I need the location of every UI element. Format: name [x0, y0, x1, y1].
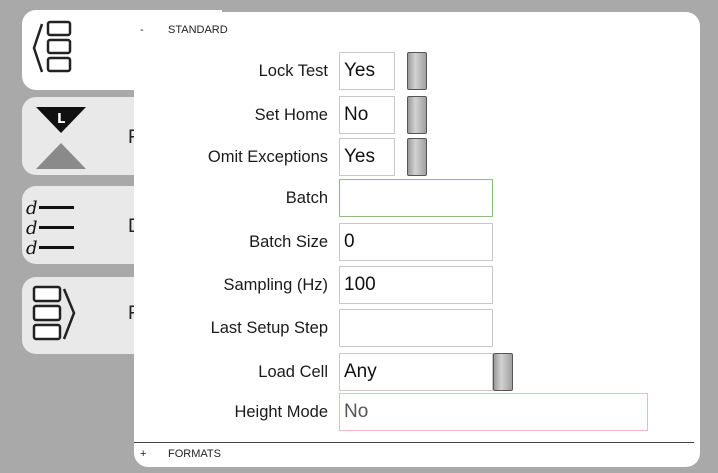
field-label: Lock Test: [258, 62, 328, 80]
field-row-batch: Batch: [134, 179, 700, 217]
field-row-set-home: Set Home No: [134, 96, 700, 134]
sampling-input[interactable]: 100: [339, 266, 493, 304]
section-title-formats: FORMATS: [168, 448, 221, 460]
set-home-toggle-button[interactable]: [407, 96, 427, 134]
list-d-icon: d d d: [26, 198, 74, 259]
omit-exceptions-value[interactable]: Yes: [339, 138, 395, 176]
settings-panel: - STANDARD Lock Test Yes Set Home No Omi…: [134, 12, 700, 467]
field-row-last-setup-step: Last Setup Step: [134, 309, 700, 347]
field-label: Sampling (Hz): [223, 276, 328, 294]
field-label: Height Mode: [234, 403, 328, 421]
field-row-batch-size: Batch Size 0: [134, 223, 700, 261]
field-label: Batch: [285, 189, 328, 207]
svg-text:d: d: [26, 238, 38, 259]
sections-collapse-icon: [32, 20, 72, 73]
svg-text:L: L: [57, 112, 65, 127]
section-divider: [134, 442, 694, 443]
field-row-lock-test: Lock Test Yes: [134, 52, 700, 90]
load-cell-dropdown-button[interactable]: [493, 353, 513, 391]
field-row-height-mode: Height Mode No: [134, 393, 700, 431]
lock-test-toggle-button[interactable]: [407, 52, 427, 90]
lock-test-value[interactable]: Yes: [339, 52, 395, 90]
load-cell-value[interactable]: Any: [339, 353, 493, 391]
batch-input[interactable]: [339, 179, 493, 217]
field-row-load-cell: Load Cell Any: [134, 353, 700, 391]
sections-expand-icon: [32, 285, 76, 341]
collapse-toggle[interactable]: -: [140, 24, 150, 36]
field-row-sampling: Sampling (Hz) 100: [134, 266, 700, 304]
last-setup-step-input[interactable]: [339, 309, 493, 347]
field-label: Omit Exceptions: [207, 148, 328, 166]
batch-size-input[interactable]: 0: [339, 223, 493, 261]
field-label: Load Cell: [258, 363, 328, 381]
section-title-standard: STANDARD: [168, 24, 228, 36]
omit-exceptions-toggle-button[interactable]: [407, 138, 427, 176]
field-row-omit-exceptions: Omit Exceptions Yes: [134, 138, 700, 176]
field-label: Last Setup Step: [210, 319, 328, 337]
hourglass-l-icon: L: [36, 107, 86, 169]
svg-text:d: d: [26, 218, 38, 239]
svg-text:d: d: [26, 198, 38, 219]
height-mode-value: No: [339, 393, 648, 431]
field-label: Batch Size: [249, 233, 328, 251]
field-label: Set Home: [254, 106, 328, 124]
set-home-value[interactable]: No: [339, 96, 395, 134]
expand-toggle[interactable]: +: [140, 448, 150, 460]
